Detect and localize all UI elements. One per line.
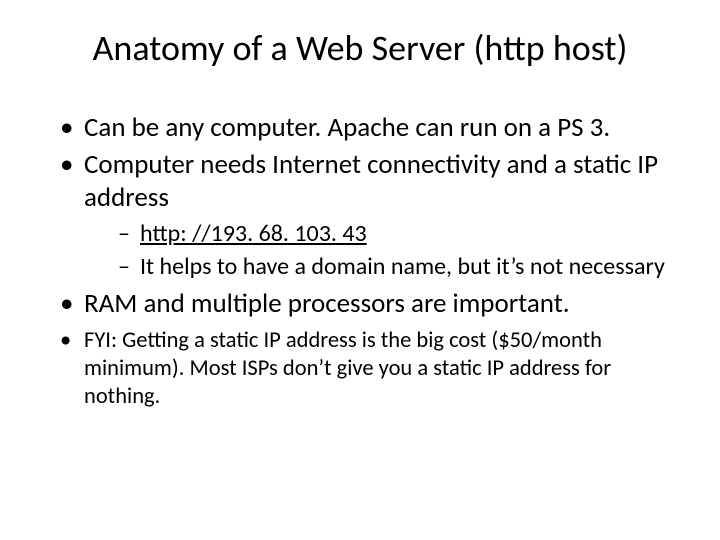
bullet-item: Can be any computer. Apache can run on a… [64, 112, 684, 145]
bullet-text: RAM and multiple processors are importan… [84, 287, 570, 320]
sub-bullet-list: http: //193. 68. 103. 43 It helps to hav… [84, 219, 684, 282]
bullet-text: FYI: Getting a static IP address is the … [84, 327, 611, 410]
bullet-list: Can be any computer. Apache can run on a… [36, 112, 684, 412]
sub-bullet-item: http: //193. 68. 103. 43 [122, 219, 684, 250]
bullet-text: Computer needs Internet connectivity and… [84, 148, 658, 214]
sub-bullet-text: It helps to have a domain name, but it’s… [140, 252, 665, 281]
sub-bullet-link[interactable]: http: //193. 68. 103. 43 [140, 219, 367, 248]
slide-title: Anatomy of a Web Server (http host) [36, 26, 684, 70]
sub-bullet-item: It helps to have a domain name, but it’s… [122, 252, 684, 283]
bullet-item: RAM and multiple processors are importan… [64, 288, 684, 321]
slide: Anatomy of a Web Server (http host) Can … [0, 0, 720, 540]
bullet-item: FYI: Getting a static IP address is the … [64, 327, 684, 411]
bullet-item: Computer needs Internet connectivity and… [64, 149, 684, 282]
bullet-text: Can be any computer. Apache can run on a… [84, 111, 610, 144]
